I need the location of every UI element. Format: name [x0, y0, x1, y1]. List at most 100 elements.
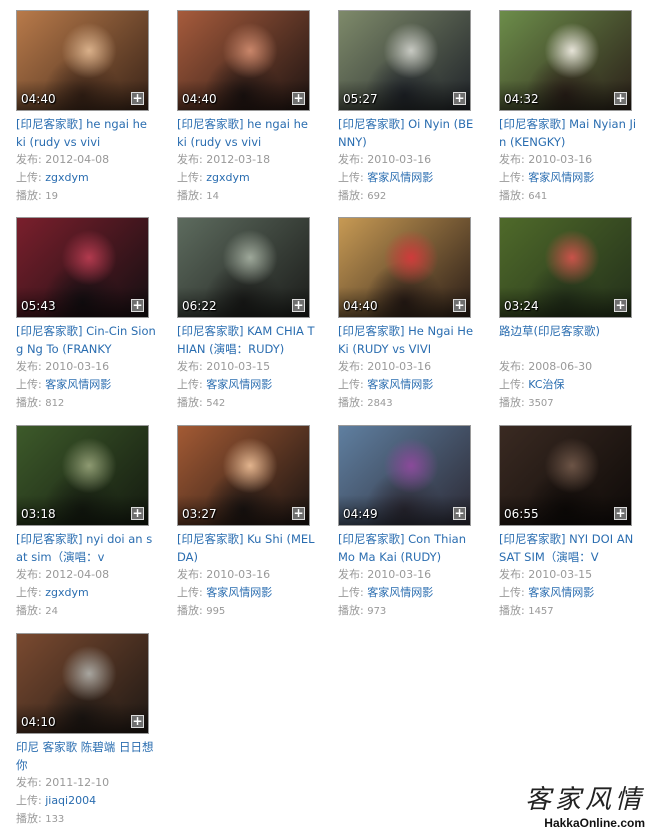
video-duration: 04:40 [182, 92, 217, 106]
video-thumbnail[interactable]: 06:55 + [499, 425, 632, 526]
video-title-link[interactable]: 路边草(印尼客家歌) [499, 322, 639, 358]
uploader-link[interactable]: 客家风情网影 [528, 586, 594, 599]
video-card: 04:40 + [印尼客家歌] he ngai he ki (rudy vs viv… [16, 10, 156, 206]
video-title-link[interactable]: [印尼客家歌] Ku Shi (MELDA) [177, 530, 317, 566]
publish-date-row: 发布: 2012-04-08 [16, 151, 156, 169]
uploader-label: 上传: [499, 171, 529, 184]
uploader-link[interactable]: 客家风情网影 [367, 586, 433, 599]
publish-date: 2012-04-08 [45, 568, 110, 581]
video-title-link[interactable]: [印尼客家歌] He Ngai He Ki (RUDY vs VIVI [338, 322, 478, 358]
publish-date-row: 发布: 2010-03-16 [16, 358, 156, 376]
plays-label: 播放: [16, 604, 46, 617]
video-title-link[interactable]: [印尼客家歌] nyi doi an sat sim（演唱：v [16, 530, 156, 566]
publish-date-row: 发布: 2010-03-16 [338, 566, 478, 584]
plays-row: 播放: 2843 [338, 394, 478, 413]
add-to-playlist-icon[interactable]: + [131, 507, 144, 520]
video-thumbnail[interactable]: 03:18 + [16, 425, 149, 526]
video-duration: 05:43 [21, 299, 56, 313]
publish-date: 2010-03-16 [206, 568, 271, 581]
video-title-link[interactable]: 印尼 客家歌 陈碧端 日日想你 [16, 738, 156, 774]
play-count: 692 [367, 191, 387, 202]
video-card: 06:55 + [印尼客家歌] NYI DOI AN SAT SIM（演唱：V 发布:… [499, 425, 639, 621]
add-to-playlist-icon[interactable]: + [292, 507, 305, 520]
add-to-playlist-icon[interactable]: + [453, 299, 466, 312]
plays-label: 播放: [177, 396, 207, 409]
video-card: 03:24 + 路边草(印尼客家歌) 发布: 2008-06-30 上传: KC治保 播放… [499, 217, 639, 413]
video-title-link[interactable]: [印尼客家歌] he ngai he ki (rudy vs vivi [177, 115, 317, 151]
video-card: 03:18 + [印尼客家歌] nyi doi an sat sim（演唱：v 发布:… [16, 425, 156, 621]
publish-date: 2010-03-16 [367, 360, 432, 373]
publish-date: 2010-03-16 [367, 153, 432, 166]
video-card: 04:40 + [印尼客家歌] he ngai he ki (rudy vs viv… [177, 10, 317, 206]
video-title-link[interactable]: [印尼客家歌] he ngai he ki (rudy vs vivi [16, 115, 156, 151]
play-count: 133 [45, 814, 65, 825]
video-duration: 04:40 [343, 299, 378, 313]
publish-date: 2010-03-16 [45, 360, 110, 373]
uploader-link[interactable]: 客家风情网影 [367, 171, 433, 184]
video-thumbnail[interactable]: 05:43 + [16, 217, 149, 318]
publish-date-row: 发布: 2008-06-30 [499, 358, 639, 376]
uploader-link[interactable]: KC治保 [528, 378, 564, 391]
uploader-link[interactable]: 客家风情网影 [45, 378, 111, 391]
add-to-playlist-icon[interactable]: + [292, 299, 305, 312]
add-to-playlist-icon[interactable]: + [292, 92, 305, 105]
add-to-playlist-icon[interactable]: + [614, 92, 627, 105]
add-to-playlist-icon[interactable]: + [453, 507, 466, 520]
add-to-playlist-icon[interactable]: + [453, 92, 466, 105]
add-to-playlist-icon[interactable]: + [131, 299, 144, 312]
publish-date-row: 发布: 2010-03-16 [338, 358, 478, 376]
uploader-link[interactable]: zgxdym [45, 171, 88, 184]
plays-label: 播放: [177, 189, 207, 202]
uploader-row: 上传: 客家风情网影 [177, 584, 317, 602]
video-duration: 04:10 [21, 715, 56, 729]
uploader-row: 上传: 客家风情网影 [177, 376, 317, 394]
video-thumbnail[interactable]: 04:40 + [16, 10, 149, 111]
video-duration: 04:49 [343, 507, 378, 521]
video-thumbnail[interactable]: 04:40 + [177, 10, 310, 111]
plays-label: 播放: [338, 189, 368, 202]
add-to-playlist-icon[interactable]: + [614, 507, 627, 520]
video-title-link[interactable]: [印尼客家歌] Oi Nyin (BENNY) [338, 115, 478, 151]
uploader-link[interactable]: zgxdym [206, 171, 249, 184]
video-thumbnail[interactable]: 04:40 + [338, 217, 471, 318]
publish-label: 发布: [16, 153, 46, 166]
add-to-playlist-icon[interactable]: + [614, 299, 627, 312]
video-duration: 04:32 [504, 92, 539, 106]
uploader-link[interactable]: jiaqi2004 [45, 794, 96, 807]
video-thumbnail[interactable]: 03:24 + [499, 217, 632, 318]
watermark-chinese: 客家风情 [524, 785, 645, 815]
uploader-link[interactable]: 客家风情网影 [528, 171, 594, 184]
uploader-row: 上传: 客家风情网影 [16, 376, 156, 394]
video-title-link[interactable]: [印尼客家歌] Cin-Cin Siong Ng To (FRANKY [16, 322, 156, 358]
video-thumbnail[interactable]: 04:49 + [338, 425, 471, 526]
uploader-label: 上传: [177, 378, 207, 391]
play-count: 973 [367, 606, 387, 617]
video-title-link[interactable]: [印尼客家歌] Mai Nyian Jin (KENGKY) [499, 115, 639, 151]
publish-date-row: 发布: 2010-03-16 [338, 151, 478, 169]
video-thumbnail[interactable]: 06:22 + [177, 217, 310, 318]
uploader-link[interactable]: zgxdym [45, 586, 88, 599]
video-thumbnail[interactable]: 04:10 + [16, 633, 149, 734]
video-card: 05:43 + [印尼客家歌] Cin-Cin Siong Ng To (FRANK… [16, 217, 156, 413]
uploader-link[interactable]: 客家风情网影 [367, 378, 433, 391]
add-to-playlist-icon[interactable]: + [131, 92, 144, 105]
plays-label: 播放: [338, 604, 368, 617]
plays-row: 播放: 973 [338, 602, 478, 621]
uploader-row: 上传: 客家风情网影 [338, 584, 478, 602]
plays-label: 播放: [16, 812, 46, 825]
uploader-label: 上传: [338, 586, 368, 599]
plays-label: 播放: [338, 396, 368, 409]
video-title-link[interactable]: [印尼客家歌] KAM CHIA THIAN (演唱：RUDY) [177, 322, 317, 358]
video-thumbnail[interactable]: 03:27 + [177, 425, 310, 526]
video-title-link[interactable]: [印尼客家歌] Con Thian Mo Ma Kai (RUDY) [338, 530, 478, 566]
uploader-label: 上传: [177, 171, 207, 184]
video-thumbnail[interactable]: 04:32 + [499, 10, 632, 111]
video-duration: 03:27 [182, 507, 217, 521]
uploader-link[interactable]: 客家风情网影 [206, 586, 272, 599]
video-thumbnail[interactable]: 05:27 + [338, 10, 471, 111]
uploader-link[interactable]: 客家风情网影 [206, 378, 272, 391]
add-to-playlist-icon[interactable]: + [131, 715, 144, 728]
site-watermark: 客家风情 HakkaOnline.com [525, 785, 645, 831]
video-title-link[interactable]: [印尼客家歌] NYI DOI AN SAT SIM（演唱：V [499, 530, 639, 566]
uploader-row: 上传: KC治保 [499, 376, 639, 394]
